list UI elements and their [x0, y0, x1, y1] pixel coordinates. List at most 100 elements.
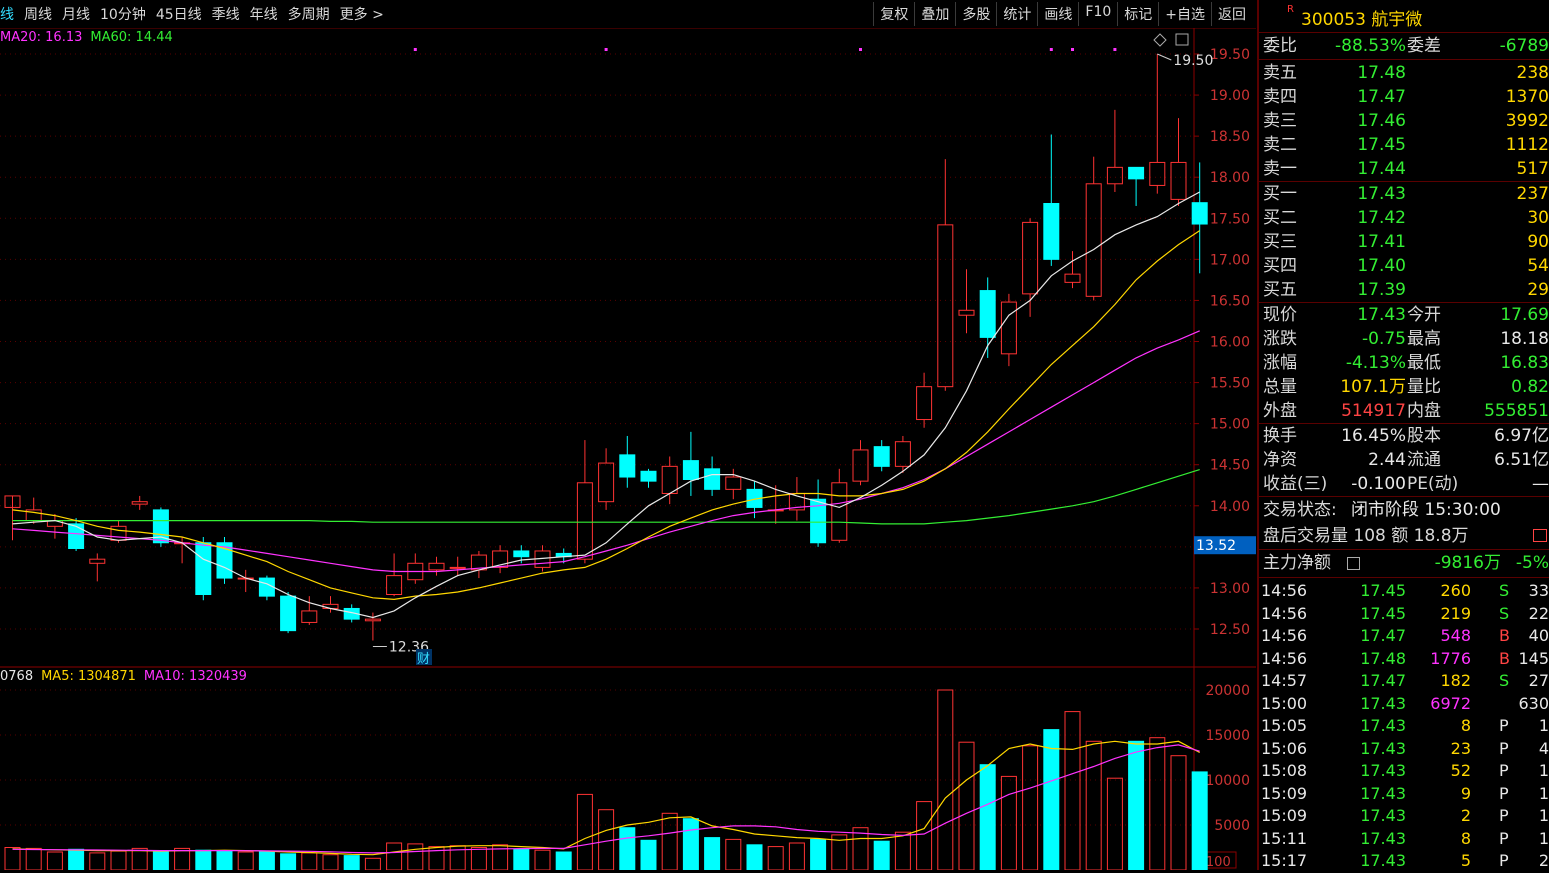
event-dot — [1113, 48, 1117, 51]
book-volume: 238 — [1516, 63, 1549, 83]
price-axis-label: 18.00 — [1210, 170, 1250, 186]
book-price: 17.47 — [1357, 87, 1406, 107]
order-book-row: 卖四 17.47 1370 — [1263, 87, 1549, 107]
volume-bar — [1000, 775, 1017, 870]
price-axis-label: 17.00 — [1210, 252, 1250, 268]
diamond-icon[interactable] — [1153, 33, 1167, 47]
event-dot — [1049, 48, 1053, 51]
tool-button-8[interactable]: 返回 — [1211, 2, 1252, 26]
tool-button-5[interactable]: F10 — [1078, 2, 1117, 26]
tick-row: 14:56 17.47 548 B 40 — [1261, 626, 1549, 645]
order-book-row: 卖二 17.45 1112 — [1263, 135, 1549, 155]
period-tab-2[interactable]: 月线 — [57, 4, 95, 24]
book-volume: 1370 — [1505, 87, 1549, 107]
candle-body — [916, 386, 933, 421]
candle-body — [873, 446, 890, 467]
candle-body — [1043, 203, 1060, 260]
stock-name: 航宇微 — [1371, 10, 1423, 30]
period-tab-3[interactable]: 10分钟 — [95, 4, 151, 24]
volume-bar — [725, 838, 742, 870]
tick-row: 14:56 17.48 1776 B 145 — [1261, 648, 1549, 668]
volume-bar — [89, 852, 106, 870]
volume-bar — [1170, 755, 1187, 870]
volume-bar — [640, 839, 657, 870]
tool-button-6[interactable]: 标记 — [1117, 2, 1158, 26]
candle-body — [386, 575, 403, 595]
volume-bar — [534, 849, 551, 870]
weibi-value: -88.53% — [1335, 36, 1406, 56]
candle-body — [619, 454, 636, 478]
layout-icon[interactable] — [1175, 33, 1189, 46]
volume-bar — [810, 838, 827, 870]
tick-row: 15:17 17.43 5 P 2 — [1261, 851, 1549, 870]
candle-body — [322, 603, 339, 609]
candle-body — [894, 441, 911, 467]
book-volume: 90 — [1527, 232, 1549, 252]
volume-bar — [788, 842, 805, 870]
book-volume: 1112 — [1505, 135, 1549, 155]
period-tab-8[interactable]: 更多 > — [335, 4, 389, 24]
volume-bar — [661, 812, 678, 870]
volume-bar — [407, 843, 424, 870]
price-axis-label: 14.50 — [1210, 458, 1250, 474]
volume-bar — [1149, 737, 1166, 870]
volume-bar — [301, 852, 318, 870]
volume-bar — [704, 837, 721, 870]
list-icon[interactable] — [1347, 557, 1360, 570]
fund-row: 收益(三) -0.100 PE(动) — — [1263, 474, 1549, 494]
price-axis-label: 13.00 — [1210, 581, 1250, 597]
candle-body — [195, 542, 212, 595]
volume-bar — [619, 827, 636, 870]
volume-bar — [916, 801, 933, 870]
current-price-tag: 13.52 — [1196, 538, 1236, 554]
volume-bar — [746, 844, 763, 870]
period-tabs: 线周线 月线 10分钟 45日线 季线 年线 多周期 更多 > — [0, 4, 389, 24]
period-tab-6[interactable]: 年线 — [245, 4, 283, 24]
candle-body — [958, 309, 975, 316]
candle-body — [1085, 183, 1102, 297]
chart-tools: 复权 叠加 多股 统计 画线 F10 标记 +自选 返回 — [873, 2, 1252, 26]
tool-button-3[interactable]: 统计 — [996, 2, 1037, 26]
book-volume: 517 — [1516, 159, 1549, 179]
tool-button-1[interactable]: 叠加 — [914, 2, 955, 26]
candle-body — [68, 523, 85, 550]
period-tab-7[interactable]: 多周期 — [283, 4, 335, 24]
tick-list[interactable]: 14:56 17.45 260 S 33 14:56 17.45 219 S 22 14:56 17.… — [1259, 578, 1549, 873]
tool-button-2[interactable]: 多股 — [955, 2, 996, 26]
candle-body — [1000, 301, 1017, 355]
candle-body — [1149, 161, 1166, 186]
tool-button-4[interactable]: 画线 — [1037, 2, 1078, 26]
kline-chart[interactable]: 19.50 19.00 18.50 18.00 17.50 17.00 16.50 16.00… — [0, 28, 1256, 870]
price-axis-label: 14.00 — [1210, 499, 1250, 515]
period-tab-5[interactable]: 季线 — [207, 4, 245, 24]
order-book-row: 买一 17.43 237 — [1263, 184, 1549, 204]
volume-bar — [555, 851, 572, 870]
calendar-icon[interactable] — [1533, 529, 1547, 542]
stock-title[interactable]: 300053 航宇微 — [1301, 5, 1422, 30]
period-tab-4[interactable]: 45日线 — [151, 4, 207, 24]
volume-bar — [195, 849, 212, 870]
volume-bar — [1128, 740, 1145, 870]
volume-bar — [174, 847, 191, 870]
candle-body — [1064, 273, 1081, 283]
price-axis-label: 15.50 — [1210, 376, 1250, 392]
volume-bar — [152, 851, 169, 870]
period-toolbar: 线周线 月线 10分钟 45日线 季线 年线 多周期 更多 > 复权 叠加 多股 统计 画线 F10 标记… — [0, 0, 1256, 29]
volume-axis-label: 10000 — [1205, 773, 1250, 789]
book-price: 17.39 — [1357, 280, 1406, 300]
period-tab-0[interactable]: 线 — [0, 4, 19, 24]
event-dot — [859, 48, 862, 51]
candle-body — [364, 618, 381, 622]
order-book-row: 卖一 17.44 517 — [1263, 159, 1549, 179]
book-volume: 30 — [1527, 208, 1549, 228]
candle-body — [852, 449, 869, 482]
volume-bar — [1106, 777, 1123, 870]
candle-body — [131, 501, 148, 505]
tool-button-0[interactable]: 复权 — [873, 2, 914, 26]
tool-button-7[interactable]: +自选 — [1158, 2, 1211, 26]
order-book-row: 买三 17.41 90 — [1263, 232, 1549, 252]
volume-bar — [131, 847, 148, 870]
tick-row: 15:11 17.43 8 P 1 — [1261, 828, 1549, 848]
price-axis-label: 18.50 — [1210, 129, 1250, 145]
period-tab-1[interactable]: 周线 — [19, 4, 57, 24]
